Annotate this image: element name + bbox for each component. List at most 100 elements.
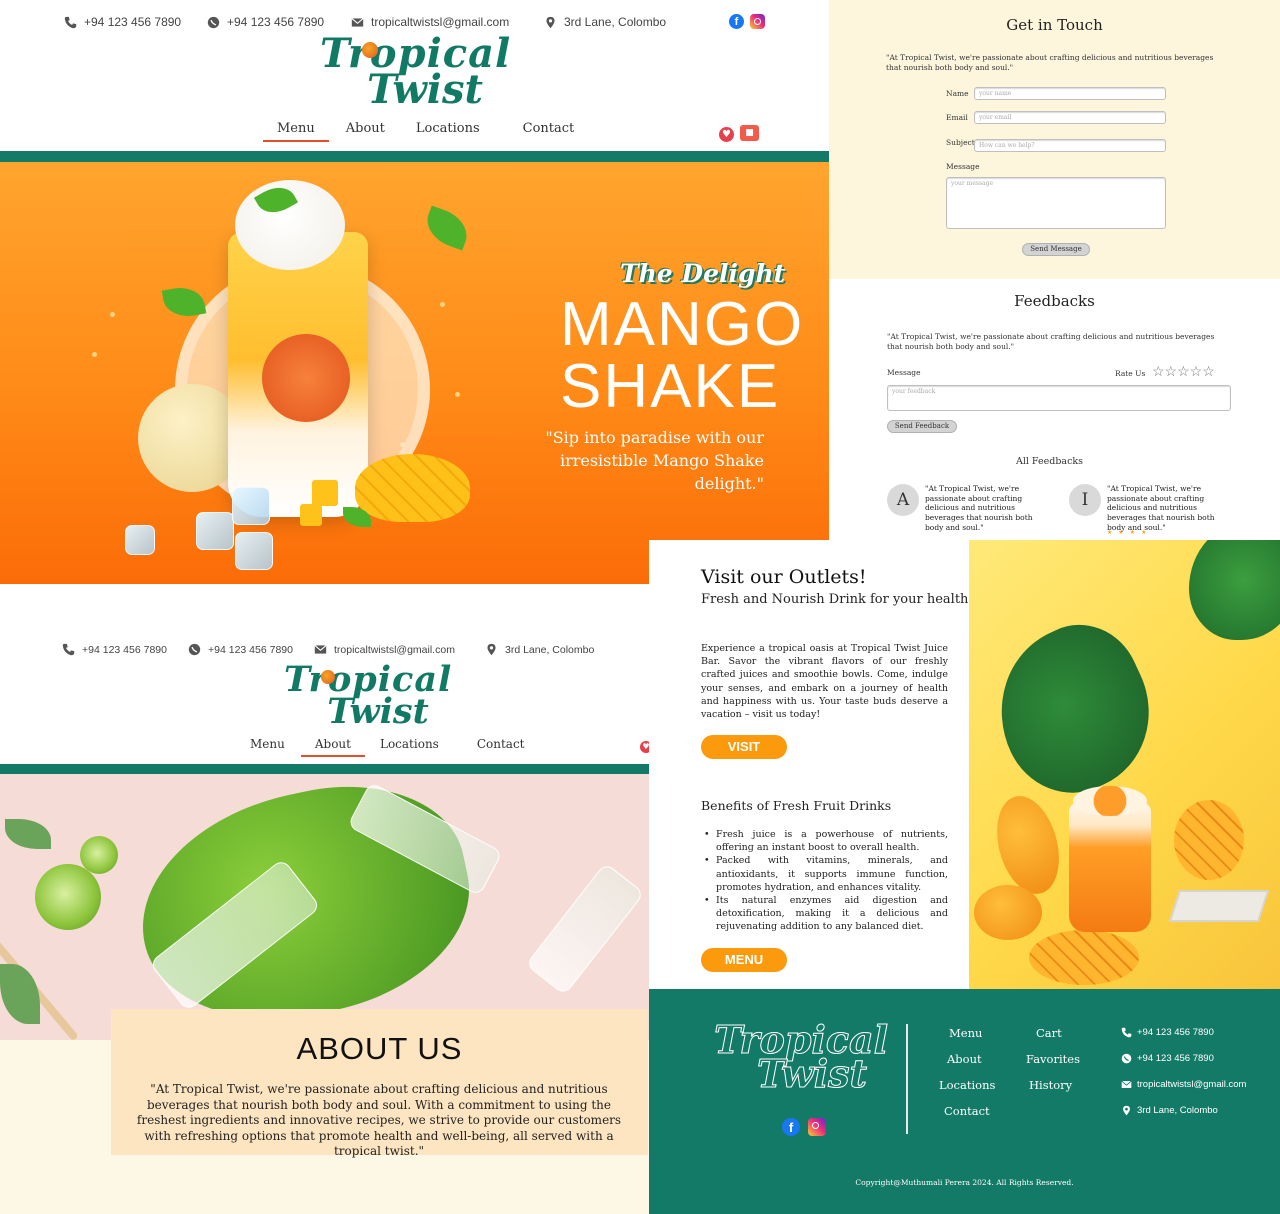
cart-icon[interactable]: ■	[740, 125, 759, 141]
footer-email[interactable]: tropicaltwistsl@gmail.com	[1121, 1079, 1246, 1090]
phone-contact[interactable]: +94 123 456 7890	[64, 15, 181, 29]
location-pin-icon	[1123, 1105, 1130, 1116]
mint-leaf	[5, 819, 51, 849]
feedback-card: I "At Tropical Twist, we're passionate a…	[1069, 484, 1235, 533]
mail-icon	[1121, 1080, 1132, 1088]
mango-drink-image	[969, 540, 1280, 989]
top-contact-bar: +94 123 456 7890 +94 123 456 7890 tropic…	[0, 584, 649, 656]
footer-social-links: f	[782, 1118, 826, 1136]
footer-link-menu[interactable]: Menu	[949, 1026, 982, 1040]
facebook-icon[interactable]: f	[729, 14, 744, 29]
decor-dot	[92, 352, 97, 357]
contact-title: Get in Touch	[1006, 16, 1103, 34]
address-contact[interactable]: 3rd Lane, Colombo	[544, 15, 666, 29]
header-divider	[0, 764, 649, 774]
nav-locations[interactable]: Locations	[416, 121, 480, 136]
instagram-icon[interactable]	[808, 1118, 826, 1136]
feedback-text: "At Tropical Twist, we're passionate abo…	[1107, 484, 1215, 532]
whatsapp-number: +94 123 456 7890	[208, 643, 293, 656]
hero-title-line-2: SHAKE	[560, 352, 781, 421]
footer-logo[interactable]: Tropical Twist	[713, 1020, 889, 1093]
ice-cube	[125, 525, 155, 555]
phone-contact[interactable]: +94 123 456 7890	[62, 643, 167, 656]
favorites-heart-icon[interactable]: ♥	[640, 741, 649, 753]
tea-leaves-tray	[1168, 890, 1270, 922]
address-contact[interactable]: 3rd Lane, Colombo	[485, 643, 594, 656]
nav-contact[interactable]: Contact	[523, 121, 575, 136]
lime-slice	[80, 836, 118, 874]
message-label: Message	[946, 162, 980, 171]
nav-menu[interactable]: Menu	[250, 737, 285, 751]
name-input[interactable]: your name	[974, 87, 1166, 100]
footer-link-locations[interactable]: Locations	[939, 1078, 995, 1092]
whatsapp-contact[interactable]: +94 123 456 7890	[188, 643, 293, 656]
feedback-section-screenshot: Feedbacks "At Tropical Twist, we're pass…	[829, 279, 1280, 540]
subject-input[interactable]: How can we help?	[974, 139, 1166, 152]
whatsapp-icon	[1121, 1053, 1132, 1064]
email-contact[interactable]: tropicaltwistsl@gmail.com	[351, 15, 509, 29]
email-input[interactable]: your email	[974, 111, 1166, 124]
instagram-icon[interactable]	[750, 14, 765, 29]
mail-icon	[351, 17, 364, 27]
hero-quote: "Sip into paradise with our irresistible…	[545, 428, 764, 493]
send-feedback-button[interactable]: Send Feedback	[887, 420, 957, 433]
lime-slice	[35, 864, 101, 930]
drink-bottle	[525, 862, 645, 996]
drink-foam-topping	[1073, 786, 1147, 816]
footer-link-contact[interactable]: Contact	[944, 1104, 990, 1118]
rating-stars[interactable]: ☆☆☆☆☆	[1152, 364, 1215, 380]
nav-about[interactable]: About	[346, 121, 385, 136]
email-address: tropicaltwistsl@gmail.com	[334, 643, 455, 656]
brand-logo[interactable]: Tropical Twist	[320, 34, 510, 110]
nav-locations[interactable]: Locations	[380, 737, 439, 751]
benefit-item: Its natural enzymes aid digestion and de…	[701, 894, 948, 934]
email-contact[interactable]: tropicaltwistsl@gmail.com	[314, 643, 455, 656]
address-text: 3rd Lane, Colombo	[564, 15, 667, 29]
location-pin-icon	[487, 643, 496, 656]
favorites-heart-icon[interactable]: ♥	[719, 127, 734, 142]
phone-number: +94 123 456 7890	[84, 15, 182, 29]
feedback-textarea[interactable]: your feedback	[887, 385, 1231, 411]
feedback-card: A "At Tropical Twist, we're passionate a…	[887, 484, 1053, 533]
email-label: Email	[946, 113, 968, 122]
benefits-list: Fresh juice is a powerhouse of nutrients…	[701, 828, 948, 934]
hero-kicker: The Delight	[620, 259, 786, 288]
menu-button[interactable]: MENU	[701, 948, 787, 972]
name-label: Name	[946, 89, 969, 98]
send-message-button[interactable]: Send Message	[1022, 243, 1090, 256]
mango-fruit	[987, 789, 1069, 901]
footer-link-history[interactable]: History	[1029, 1078, 1072, 1092]
footer-link-favorites[interactable]: Favorites	[1026, 1052, 1080, 1066]
brand-logo[interactable]: Tropical Twist	[284, 662, 452, 732]
footer-link-about[interactable]: About	[947, 1052, 982, 1066]
mango-slice-image	[355, 454, 470, 522]
nav-about[interactable]: About	[300, 737, 366, 757]
nav-contact[interactable]: Contact	[477, 737, 525, 751]
visit-button[interactable]: VISIT	[701, 735, 787, 759]
copyright-text: Copyright@Muthumali Perera 2024. All Rig…	[855, 1178, 1074, 1187]
footer-whatsapp[interactable]: +94 123 456 7890	[1121, 1053, 1214, 1064]
feedback-star-rating: ★★★★	[1107, 529, 1153, 536]
footer-link-cart[interactable]: Cart	[1036, 1026, 1062, 1040]
main-nav: Menu About Locations Contact	[250, 737, 525, 757]
contact-page-screenshot: Get in Touch "At Tropical Twist, we're p…	[829, 0, 1280, 279]
footer-phone[interactable]: +94 123 456 7890	[1121, 1027, 1214, 1038]
monstera-leaf	[1189, 540, 1280, 640]
footer-address[interactable]: 3rd Lane, Colombo	[1121, 1105, 1218, 1116]
all-feedbacks-title: All Feedbacks	[1015, 456, 1084, 467]
pineapple-logo-icon	[321, 670, 335, 684]
message-textarea[interactable]: your message	[946, 177, 1166, 229]
about-description: "At Tropical Twist, we're passionate abo…	[136, 1082, 622, 1158]
logo-line-2: Twist	[327, 690, 429, 732]
mango-cut	[1029, 930, 1139, 985]
about-us-card: ABOUT US "At Tropical Twist, we're passi…	[111, 1009, 648, 1158]
feedback-quote: "At Tropical Twist, we're passionate abo…	[887, 332, 1215, 351]
nav-menu[interactable]: Menu	[263, 121, 329, 142]
facebook-icon[interactable]: f	[782, 1118, 800, 1136]
feedback-title: Feedbacks	[1014, 292, 1095, 310]
monstera-leaf	[972, 605, 1176, 815]
whatsapp-contact[interactable]: +94 123 456 7890	[207, 15, 324, 29]
subject-label: Subject	[946, 138, 975, 147]
feedback-avatar: A	[887, 484, 919, 516]
phone-icon	[62, 643, 75, 656]
